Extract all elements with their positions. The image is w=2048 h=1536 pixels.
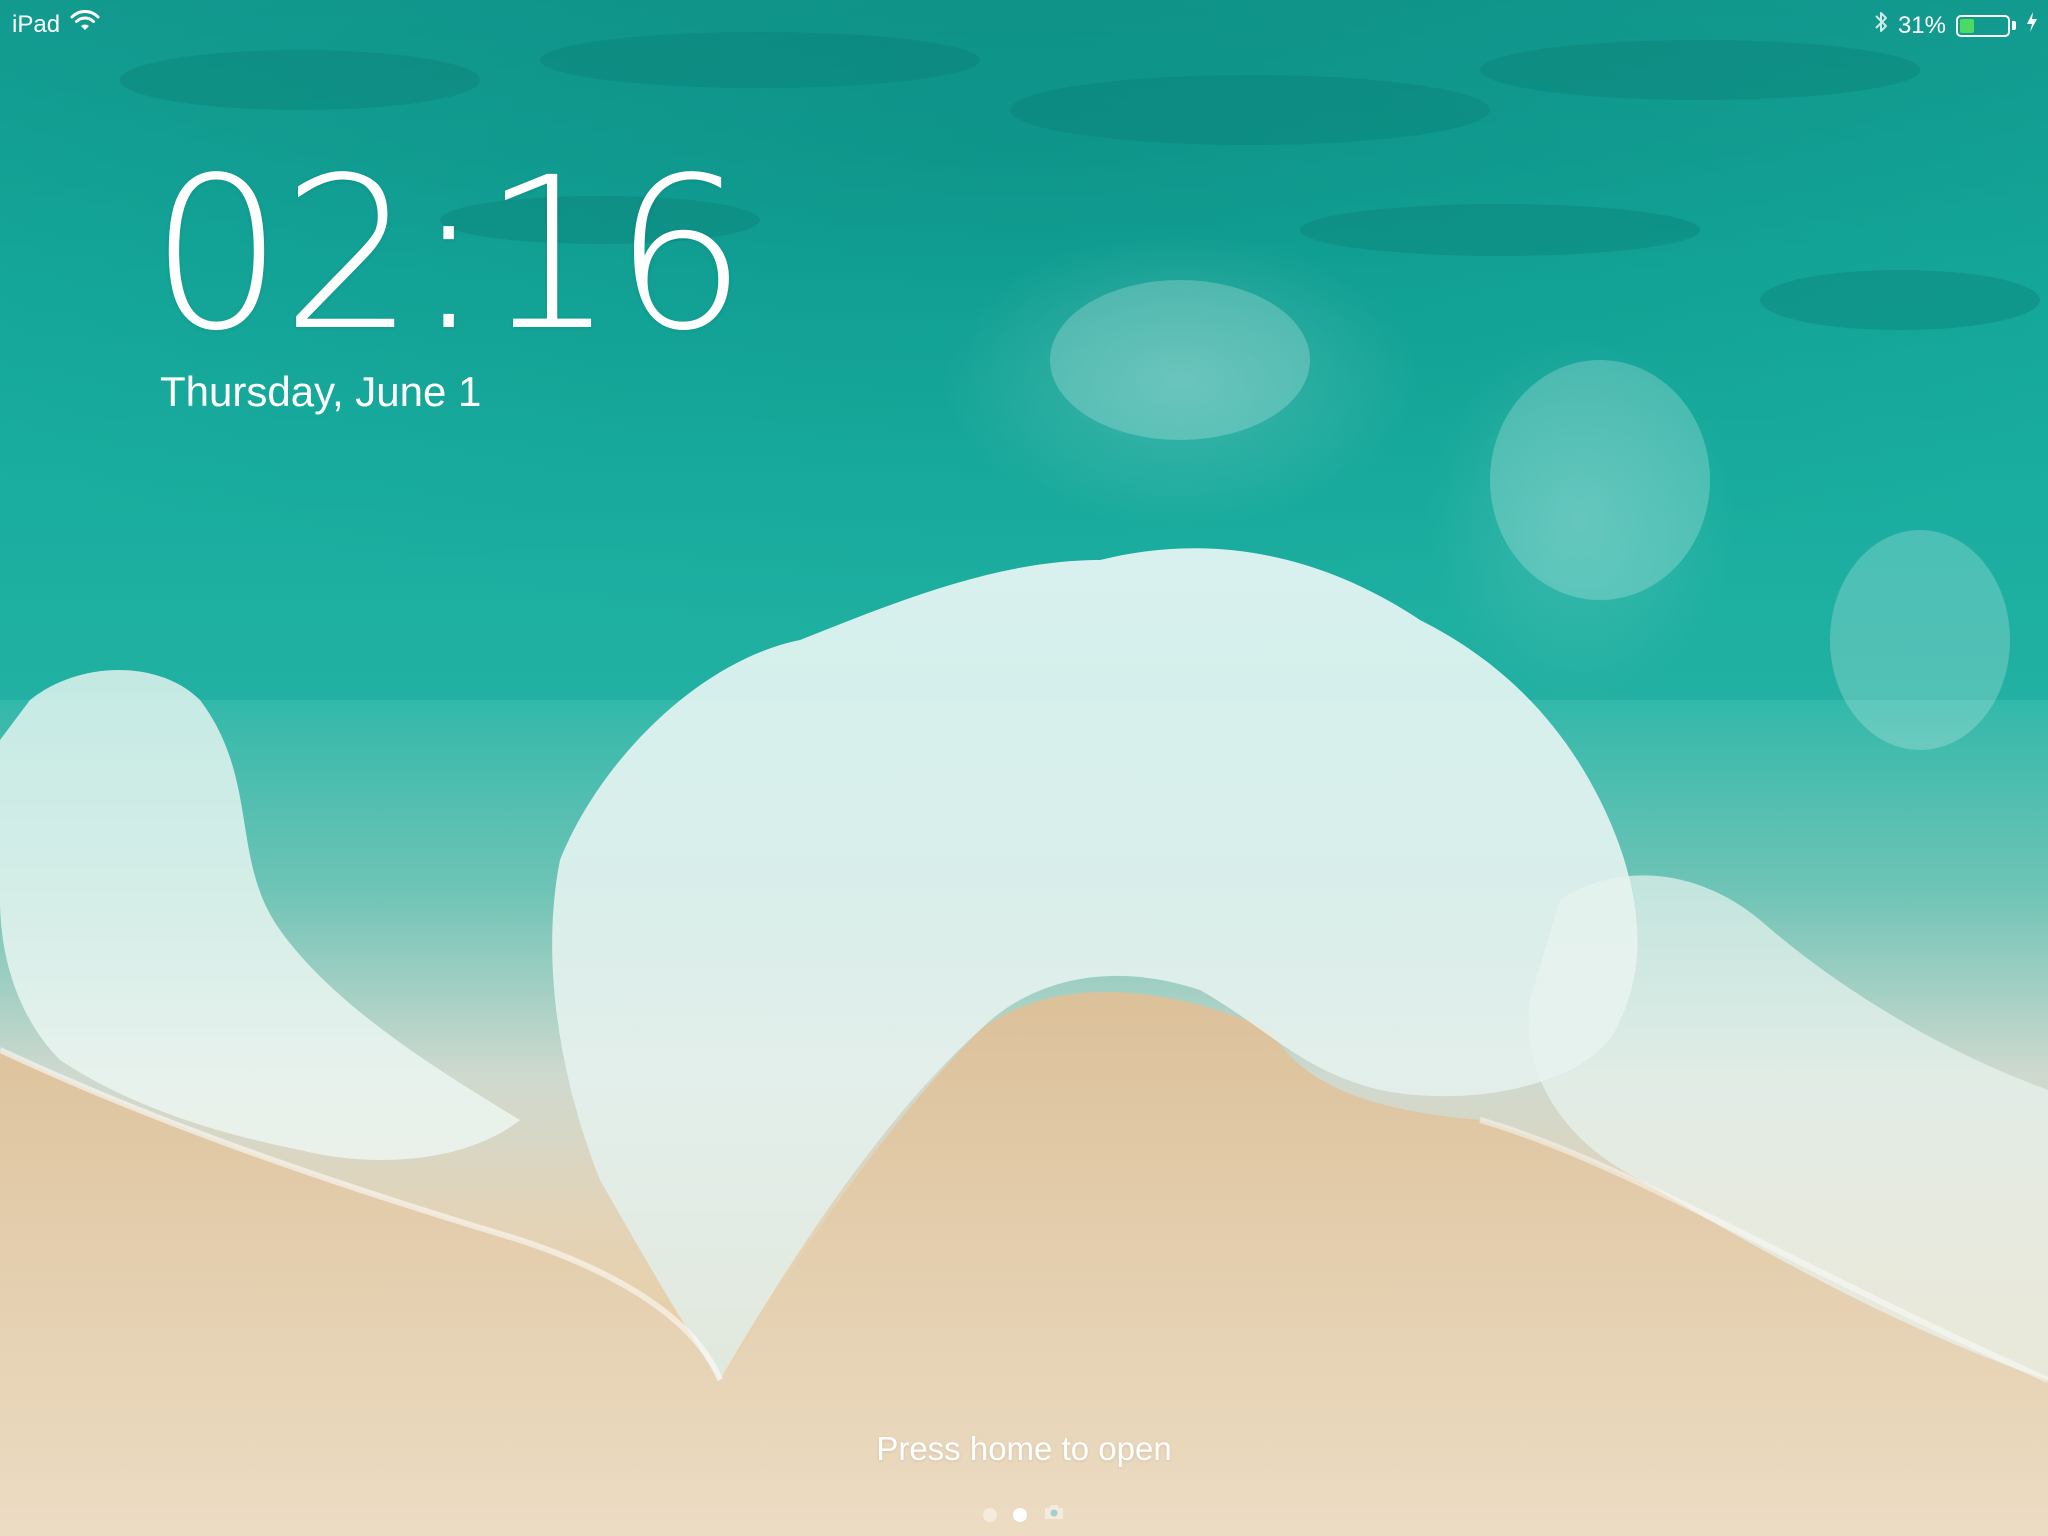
battery-percent: 31% [1897,11,1946,39]
battery-cap [2012,21,2016,30]
page-dot-widgets[interactable] [983,1507,997,1522]
lock-screen[interactable]: iPad 31% 02:16 Thursday, June 1 Press ho… [0,0,2048,1536]
unlock-hint: Press home to open [876,1430,1172,1467]
page-indicator[interactable] [0,1504,2048,1525]
bluetooth-icon [1874,10,1888,41]
status-right: 31% [1874,10,2038,41]
page-dot-lock[interactable] [1013,1507,1027,1522]
battery-level-fill [1960,18,1974,33]
camera-icon[interactable] [1043,1504,1065,1525]
charging-bolt-icon [2026,11,2038,40]
status-left: iPad [12,10,100,39]
status-bar: iPad 31% [0,0,2048,48]
wifi-icon [70,10,100,39]
lock-screen-date: Thursday, June 1 [160,368,482,415]
lock-screen-time: 02:16 [150,132,747,377]
device-name: iPad [12,10,61,38]
battery-icon [1956,14,2010,37]
